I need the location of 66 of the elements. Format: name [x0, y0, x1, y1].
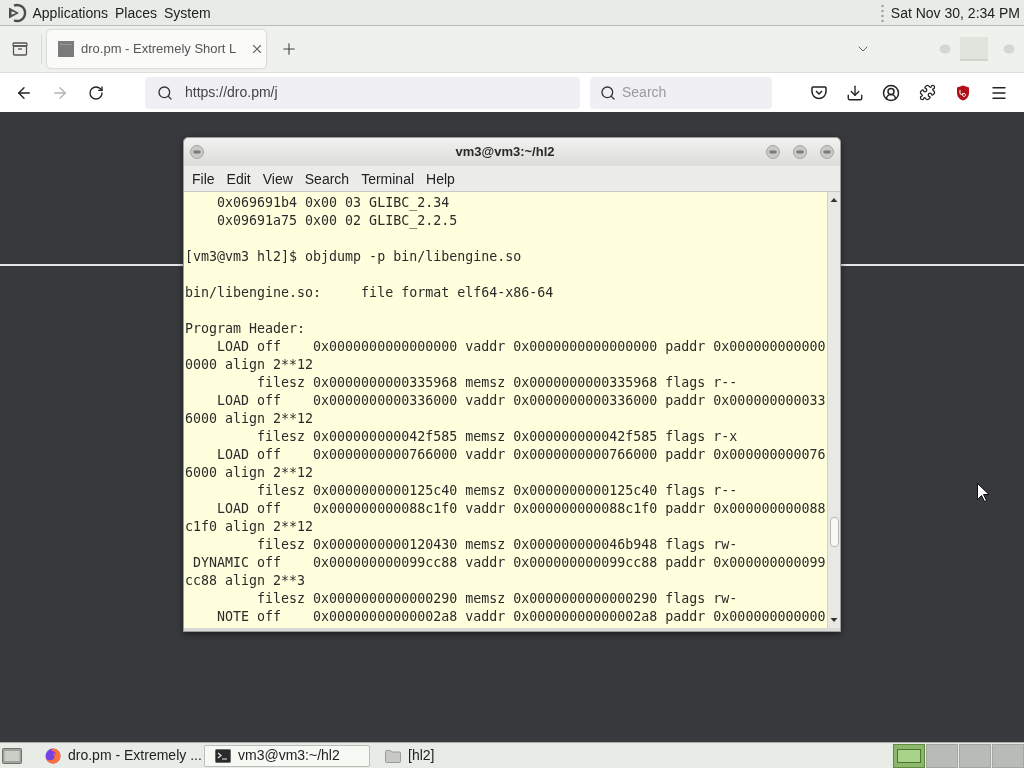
workspace-cell[interactable]: [992, 743, 1024, 768]
terminal-line: cc88 align 2**3: [185, 572, 306, 590]
taskbar-item[interactable]: dro.pm - Extremely ...: [45, 744, 202, 767]
menu-item[interactable]: File: [186, 168, 221, 189]
terminal-line: 0x09691a75 0x00 02 GLIBC_2.2.5: [216, 212, 458, 230]
terminal-line: filesz 0x0000000000000290 memsz 0x0000000000000290 flags rw-: [256, 590, 738, 608]
show-desktop-icon[interactable]: [2, 746, 22, 765]
terminal-line: filesz 0x0000000000125c40 memsz 0x0000000000125c40 flags r--: [256, 482, 738, 500]
terminal-line: LOAD off 0x0000000000000000 vaddr 0x0000000000000000 paddr 0x000000000000: [216, 338, 826, 356]
pocket-icon: [811, 85, 827, 100]
terminal-line: 0x069691b4 0x00 03 GLIBC_2.34: [216, 194, 450, 212]
terminal-line: filesz 0x0000000000335968 memsz 0x0000000000335968 flags r--: [256, 374, 738, 392]
terminal-line: bin/libengine.so: file format elf64-x86-64: [185, 284, 554, 302]
taskbar-item[interactable]: [hl2]: [385, 744, 435, 767]
panel-menu[interactable]: Places: [111, 2, 161, 23]
terminal-line: LOAD off 0x000000000088c1f0 vaddr 0x000000000088c1f0 paddr 0x000000000088: [216, 500, 826, 518]
window-title: vm3@vm3:~/hl2: [455, 143, 555, 162]
workspace-cell[interactable]: [959, 743, 991, 768]
terminal-line: LOAD off 0x0000000000766000 vaddr 0x0000000000766000 paddr 0x000000000076: [216, 446, 826, 464]
terminal-line: NOTE off 0x00000000000002a8 vaddr 0x00000000000002a8 paddr 0x000000000000: [216, 608, 826, 626]
shield-icon: [956, 84, 970, 101]
window-control-icon[interactable]: [766, 145, 780, 159]
terminal-icon: [215, 747, 231, 764]
window-control-icon[interactable]: [190, 145, 204, 159]
terminal-line: DYNAMIC off 0x000000000099cc88 vaddr 0x000000000099cc88 paddr 0x000000000099: [192, 554, 826, 572]
terminal-line: 6000 align 2**12: [185, 410, 314, 428]
search-icon: [600, 84, 616, 101]
new-tab-icon[interactable]: [280, 40, 298, 58]
terminal-line: filesz 0x0000000000120430 memsz 0x000000000046b948 flags rw-: [256, 536, 738, 554]
circle-logo-icon[interactable]: [8, 2, 28, 23]
window-control-icon[interactable]: [820, 145, 834, 159]
browser-tab[interactable]: dro.pm - Extremely Short L: [47, 30, 266, 68]
menu-item[interactable]: Search: [298, 168, 356, 189]
terminal-line: [vm3@vm3 hl2]$ objdump -p bin/libengine.so: [185, 248, 522, 266]
mouse-pointer-icon: [977, 483, 989, 502]
drag-handle-icon: [880, 3, 884, 22]
panel-menu[interactable]: System: [160, 2, 215, 23]
workspace-cell[interactable]: [926, 743, 958, 768]
reload-icon: [88, 84, 104, 101]
terminal-line: filesz 0x000000000042f585 memsz 0x000000000042f585 flags r-x: [256, 428, 738, 446]
terminal-line: 6000 align 2**12: [185, 464, 314, 482]
terminal-line: LOAD off 0x0000000000336000 vaddr 0x0000000000336000 paddr 0x000000000033: [216, 392, 826, 410]
folder-icon: [385, 748, 401, 763]
scrollbar-track[interactable]: [827, 192, 840, 628]
menu-item[interactable]: Help: [420, 168, 461, 189]
terminal-line: c1f0 align 2**12: [185, 518, 314, 536]
user-circle-icon: [882, 83, 900, 102]
clock[interactable]: Sat Nov 30, 2:34 PM: [890, 2, 1020, 23]
menu-item[interactable]: Edit: [220, 168, 257, 189]
scrollbar-thumb[interactable]: [829, 517, 839, 547]
taskbar-item[interactable]: vm3@vm3:~/hl2: [204, 744, 370, 767]
box-icon: [12, 42, 28, 56]
terminal-line: Program Header:: [185, 320, 306, 338]
window-thumbnail-icon: [897, 748, 921, 763]
url-field[interactable]: https://dro.pm/j: [145, 76, 580, 109]
favicon-icon: [58, 41, 74, 57]
panel-menu[interactable]: Applications: [29, 2, 112, 23]
puzzle-icon: [918, 84, 936, 101]
browser-logo-icon: [45, 747, 61, 764]
menu-item[interactable]: View: [256, 168, 299, 189]
menu-item[interactable]: Terminal: [355, 168, 421, 189]
window-control-icon[interactable]: [793, 145, 807, 159]
terminal-line: 0000 align 2**12: [185, 356, 314, 374]
download-icon: [846, 83, 864, 102]
workspace-cell[interactable]: [893, 743, 925, 768]
search-icon: [157, 84, 173, 101]
